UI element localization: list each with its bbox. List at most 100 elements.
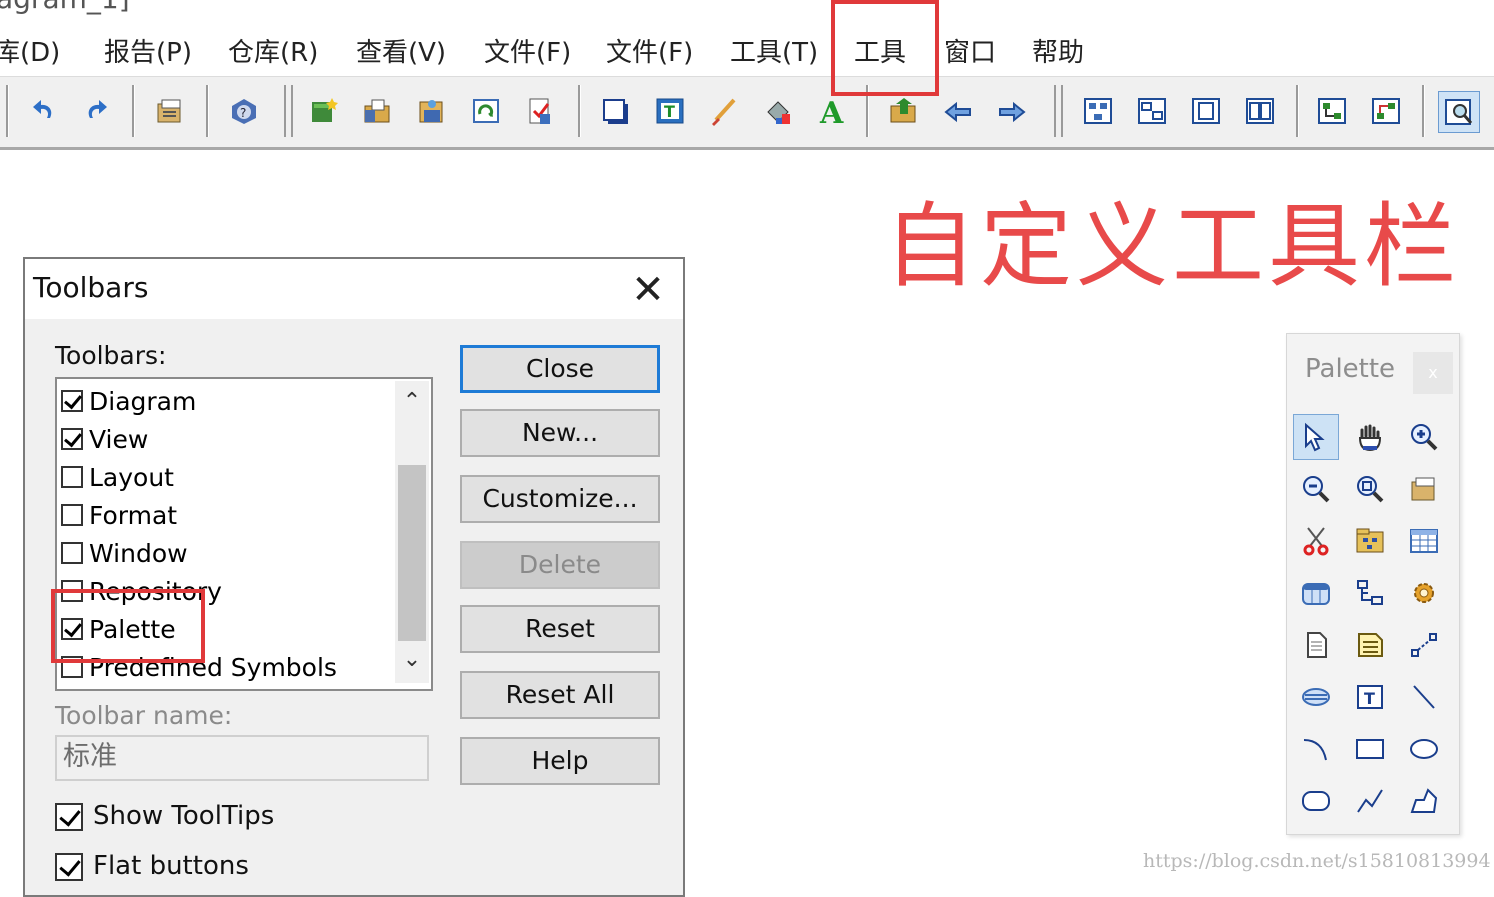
toolbar-name-field[interactable]: 标准 (55, 735, 429, 781)
arc-icon[interactable] (1293, 726, 1339, 772)
help-icon[interactable]: ? (224, 91, 264, 131)
list-item[interactable]: View (61, 421, 148, 457)
toolbar-separator (6, 85, 9, 137)
list-item-label: Layout (89, 462, 174, 492)
menu-file-2[interactable]: 文件(F) (606, 32, 693, 69)
menu-help[interactable]: 帮助 (1032, 32, 1084, 69)
table-icon[interactable] (1401, 518, 1447, 564)
settings-icon[interactable] (1401, 570, 1447, 616)
toolbar-name-label: Toolbar name: (55, 701, 233, 730)
list-item[interactable]: Layout (61, 459, 174, 495)
help-button[interactable]: Help (460, 737, 660, 785)
show-tooltips-checkbox[interactable] (55, 803, 83, 831)
layout2-icon[interactable] (1366, 91, 1406, 131)
annotation-caption: 自定义工具栏 (884, 193, 1461, 300)
new-button[interactable]: New... (460, 409, 660, 457)
menu-tools-t[interactable]: 工具(T) (730, 32, 818, 69)
entity-icon[interactable] (1293, 570, 1339, 616)
toolbars-dialog: Toolbars ✕ Toolbars: Diagram View Layout… (23, 257, 685, 897)
ellipse-icon[interactable] (1401, 726, 1447, 772)
forward-icon[interactable] (992, 91, 1032, 131)
cut-icon[interactable] (1293, 518, 1339, 564)
link-icon[interactable] (1401, 622, 1447, 668)
toolbar-grip[interactable] (1054, 85, 1063, 137)
toolbar-separator (1296, 85, 1299, 137)
hand-icon[interactable] (1347, 414, 1393, 460)
menu-database[interactable]: 库(D) (0, 32, 60, 69)
pages-icon[interactable] (1240, 91, 1280, 131)
font-icon[interactable]: A (812, 91, 852, 131)
checkbox[interactable] (61, 466, 83, 488)
polyline-icon[interactable] (1347, 778, 1393, 824)
palette-toolbar: Palette x T (1286, 333, 1460, 835)
file-icon[interactable] (1293, 622, 1339, 668)
list-item[interactable]: Format (61, 497, 177, 533)
palette-close-icon[interactable]: x (1413, 352, 1453, 394)
checkbox[interactable] (61, 390, 83, 412)
refresh-icon[interactable] (466, 91, 506, 131)
undo-icon[interactable] (24, 91, 64, 131)
zoom-fit-icon[interactable] (1347, 466, 1393, 512)
preview-icon[interactable] (1438, 91, 1480, 133)
package-icon[interactable] (1347, 518, 1393, 564)
line-icon[interactable] (1401, 674, 1447, 720)
chevron-down-icon[interactable]: ⌄ (401, 649, 423, 671)
text-icon[interactable]: T (1347, 674, 1393, 720)
brush-icon[interactable] (704, 91, 744, 131)
close-icon[interactable]: ✕ (623, 267, 673, 313)
menu-file-1[interactable]: 文件(F) (484, 32, 571, 69)
zoom-in-icon[interactable] (1401, 414, 1447, 460)
hierarchy-icon[interactable] (1347, 570, 1393, 616)
dialog-titlebar[interactable]: Toolbars ✕ (25, 259, 683, 319)
check-icon[interactable] (520, 91, 560, 131)
menu-report[interactable]: 报告(P) (104, 32, 192, 69)
show-tooltips-label[interactable]: Show ToolTips (93, 801, 274, 831)
scrollbar-thumb[interactable] (398, 465, 426, 641)
label-icon[interactable] (1293, 674, 1339, 720)
palette-title[interactable]: Palette (1305, 354, 1395, 384)
zoom-out-icon[interactable] (1293, 466, 1339, 512)
delete-button[interactable]: Delete (460, 541, 660, 589)
properties-icon[interactable] (150, 91, 190, 131)
checkbox[interactable] (61, 428, 83, 450)
customize-button[interactable]: Customize... (460, 475, 660, 523)
text-icon[interactable]: T (650, 91, 690, 131)
checkbox[interactable] (61, 504, 83, 526)
close-button[interactable]: Close (460, 345, 660, 393)
flat-buttons-checkbox[interactable] (55, 853, 83, 881)
layout1-icon[interactable] (1312, 91, 1352, 131)
rounded-rect-icon[interactable] (1293, 778, 1339, 824)
polygon-icon[interactable] (1401, 778, 1447, 824)
back-icon[interactable] (938, 91, 978, 131)
pointer-icon[interactable] (1293, 414, 1339, 460)
watermark-url: https://blog.csdn.net/s15810813994 (1143, 850, 1491, 872)
shadow-icon[interactable] (596, 91, 636, 131)
menu-view[interactable]: 查看(V) (356, 32, 446, 69)
note-icon[interactable] (1347, 622, 1393, 668)
list-item[interactable]: Diagram (61, 383, 196, 419)
diagram2-icon[interactable] (1132, 91, 1172, 131)
menu-window[interactable]: 窗口 (944, 32, 996, 69)
new-model-icon[interactable] (304, 91, 344, 131)
chevron-up-icon[interactable]: ⌃ (401, 391, 423, 413)
import-icon[interactable] (884, 91, 924, 131)
list-item[interactable]: Window (61, 535, 188, 571)
menu-highlight-box (831, 0, 939, 96)
properties-icon[interactable] (1401, 466, 1447, 512)
page-icon[interactable] (1186, 91, 1226, 131)
diagram1-icon[interactable] (1078, 91, 1118, 131)
repository-icon[interactable] (412, 91, 452, 131)
toolbar-separator (206, 85, 209, 137)
toolbar-grip[interactable] (284, 85, 293, 137)
rectangle-icon[interactable] (1347, 726, 1393, 772)
checkbox[interactable] (61, 542, 83, 564)
redo-icon[interactable] (76, 91, 116, 131)
list-scrollbar[interactable]: ⌃ ⌄ (395, 381, 429, 683)
flat-buttons-label[interactable]: Flat buttons (93, 851, 249, 881)
open-icon[interactable] (358, 91, 398, 131)
menu-repository[interactable]: 仓库(R) (228, 32, 318, 69)
fill-icon[interactable] (758, 91, 798, 131)
reset-button[interactable]: Reset (460, 605, 660, 653)
reset-all-button[interactable]: Reset All (460, 671, 660, 719)
svg-text:T: T (664, 102, 675, 121)
